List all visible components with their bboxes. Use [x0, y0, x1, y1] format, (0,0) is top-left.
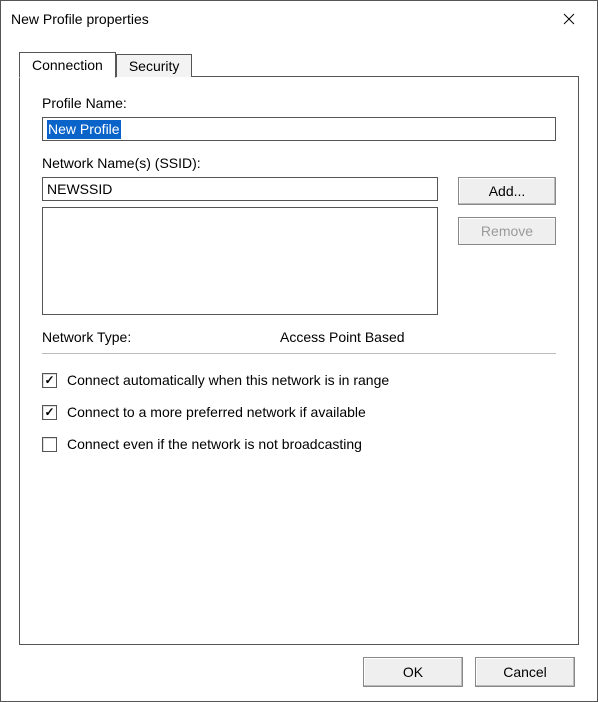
tab-connection[interactable]: Connection: [19, 52, 116, 78]
divider: [42, 353, 556, 354]
remove-button: Remove: [458, 217, 556, 245]
tabpage-connection: Profile Name: New Profile Network Name(s…: [19, 77, 579, 645]
check-preferred-row: Connect to a more preferred network if a…: [42, 404, 556, 420]
ssid-input[interactable]: [42, 177, 438, 201]
tab-security[interactable]: Security: [116, 54, 193, 77]
ssid-list[interactable]: [42, 207, 438, 315]
check-hidden-row: Connect even if the network is not broad…: [42, 436, 556, 452]
close-button[interactable]: [549, 4, 589, 34]
ok-button[interactable]: OK: [363, 657, 463, 687]
ssid-label: Network Name(s) (SSID):: [42, 155, 556, 171]
check-hidden-label: Connect even if the network is not broad…: [67, 436, 362, 452]
close-icon: [563, 13, 575, 25]
ssid-column: [42, 177, 438, 315]
check-preferred-label: Connect to a more preferred network if a…: [67, 404, 366, 420]
cancel-button[interactable]: Cancel: [475, 657, 575, 687]
dialog-footer: OK Cancel: [19, 657, 579, 687]
profile-name-label: Profile Name:: [42, 95, 556, 111]
check-auto-connect[interactable]: [42, 373, 57, 388]
add-button[interactable]: Add...: [458, 177, 556, 205]
window-title: New Profile properties: [11, 11, 549, 27]
ssid-row: Add... Remove: [42, 177, 556, 315]
profile-name-input[interactable]: New Profile: [42, 117, 556, 141]
check-hidden[interactable]: [42, 437, 57, 452]
check-auto-connect-label: Connect automatically when this network …: [67, 372, 389, 388]
profile-name-value: New Profile: [47, 120, 121, 139]
client-area: Connection Security Profile Name: New Pr…: [1, 37, 597, 701]
check-preferred[interactable]: [42, 405, 57, 420]
dialog-window: New Profile properties Connection Securi…: [0, 0, 598, 702]
network-type-row: Network Type: Access Point Based: [42, 329, 556, 345]
check-auto-connect-row: Connect automatically when this network …: [42, 372, 556, 388]
network-type-label: Network Type:: [42, 329, 280, 345]
network-type-value: Access Point Based: [280, 329, 405, 345]
tabstrip: Connection Security: [19, 51, 579, 77]
titlebar: New Profile properties: [1, 1, 597, 37]
